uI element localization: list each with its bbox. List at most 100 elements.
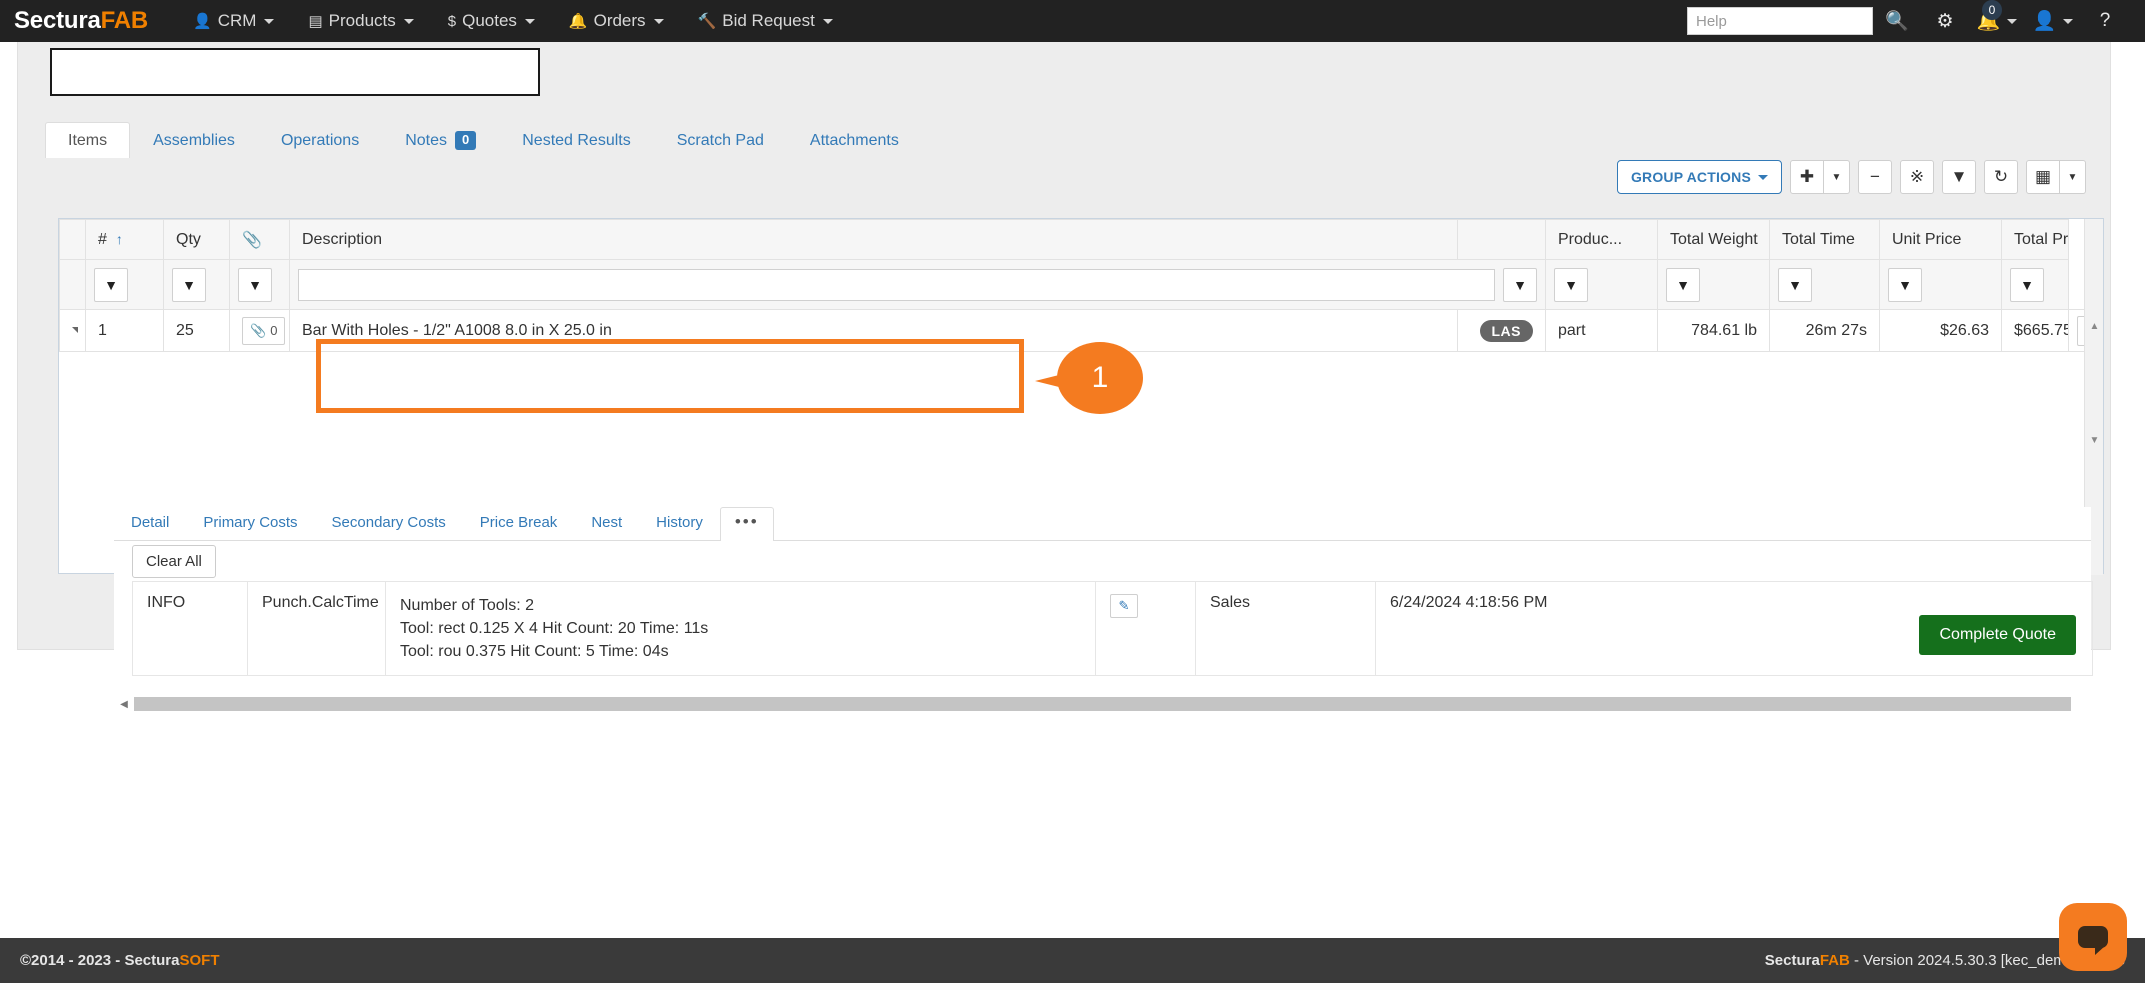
funnel-icon[interactable]: ▼ (1778, 268, 1812, 302)
tab-nest[interactable]: Nest (574, 506, 639, 540)
grid-col-attachment[interactable]: 📎 (230, 220, 290, 260)
filter-spacer (60, 260, 86, 310)
notifications-button[interactable]: 0 🔔 (1969, 0, 2025, 42)
scroll-down-icon[interactable]: ▼ (2085, 431, 2104, 449)
account-menu-button[interactable]: 👤 (2025, 0, 2081, 42)
grid-col-tag (1458, 220, 1546, 260)
row-number: 1 (86, 310, 164, 352)
gear-icon[interactable]: ⚙ (1921, 0, 1969, 42)
quote-header-box (50, 48, 540, 96)
grid-col-qty[interactable]: Qty (164, 220, 230, 260)
chat-bubble-icon[interactable] (2059, 903, 2127, 971)
grid-col-description[interactable]: Description (290, 220, 1458, 260)
tab-operations-label: Operations (281, 132, 359, 150)
clear-all-button[interactable]: Clear All (132, 545, 216, 578)
tab-scratch-pad-label: Scratch Pad (677, 132, 764, 150)
help-search-input[interactable] (1687, 7, 1873, 35)
message-user: Sales (1196, 582, 1376, 676)
group-actions-button[interactable]: GROUP ACTIONS (1617, 160, 1782, 194)
remove-row-button[interactable]: − (1858, 160, 1892, 194)
tab-attachments[interactable]: Attachments (787, 122, 922, 158)
tab-secondary-costs[interactable]: Secondary Costs (315, 506, 463, 540)
message-line-3: Tool: rou 0.375 Hit Count: 5 Time: 04s (400, 640, 1081, 663)
user-icon: 👤 (2033, 9, 2057, 33)
attachment-count: 0 (270, 323, 277, 338)
detail-horizontal-scrollbar[interactable]: ◀ (114, 694, 2091, 714)
attachment-button[interactable]: 📎 0 (242, 317, 285, 345)
search-icon[interactable]: 🔍 (1873, 0, 1921, 42)
row-attachment-cell: 📎 0 (230, 310, 290, 352)
funnel-icon[interactable]: ▼ (238, 268, 272, 302)
funnel-icon[interactable]: ▼ (1942, 160, 1976, 194)
add-row-button[interactable]: ✚ (1790, 160, 1824, 194)
funnel-icon[interactable]: ▼ (1554, 268, 1588, 302)
edit-square-icon[interactable]: ✎ (1110, 594, 1138, 618)
funnel-icon[interactable]: ▼ (1666, 268, 1700, 302)
row-unit-price: $26.63 (1880, 310, 2002, 352)
tab-notes-label: Notes (405, 132, 447, 150)
items-grid: #↑ Qty 📎 Description Produc... Total Wei… (58, 218, 2104, 574)
filter-description: ▼ (290, 260, 1546, 310)
row-expander-cell[interactable] (60, 310, 86, 352)
funnel-icon[interactable]: ▼ (172, 268, 206, 302)
nav-item-bid-request[interactable]: 🔨 Bid Request (681, 0, 850, 42)
grid-col-spacer (60, 220, 86, 260)
chat-glyph (2078, 926, 2108, 948)
tab-items[interactable]: Items (45, 122, 130, 158)
tab-more[interactable]: ••• (720, 507, 774, 541)
grid-col-total-time[interactable]: Total Time (1770, 220, 1880, 260)
nav-item-crm[interactable]: 👤 CRM (176, 0, 291, 42)
funnel-icon[interactable]: ▼ (1503, 268, 1537, 302)
grid-col-product[interactable]: Produc... (1546, 220, 1658, 260)
complete-quote-button[interactable]: Complete Quote (1919, 615, 2076, 655)
group-actions-label: GROUP ACTIONS (1631, 169, 1751, 185)
nav-item-quotes-label: Quotes (462, 11, 517, 31)
tab-primary-costs[interactable]: Primary Costs (186, 506, 314, 540)
dollar-icon: $ (448, 14, 456, 29)
message-edit-cell: ✎ (1096, 582, 1196, 676)
nav-item-quotes[interactable]: $ Quotes (431, 0, 552, 42)
grid-icon[interactable]: ▦ (2026, 160, 2060, 194)
question-mark-icon[interactable]: ? (2081, 0, 2129, 42)
tab-price-break[interactable]: Price Break (463, 506, 575, 540)
nav-item-orders-label: Orders (594, 11, 646, 31)
filter-attachment: ▼ (230, 260, 290, 310)
quote-panel: Items Assemblies Operations Notes 0 Nest… (17, 42, 2111, 650)
nav-item-products[interactable]: ▤ Products (291, 0, 430, 42)
funnel-icon[interactable]: ▼ (2010, 268, 2044, 302)
scroll-up-icon[interactable]: ▲ (2085, 317, 2104, 335)
grid-col-number[interactable]: #↑ (86, 220, 164, 260)
scroll-left-icon[interactable]: ◀ (114, 695, 134, 713)
insert-row-button[interactable]: ※ (1900, 160, 1934, 194)
grid-header-row: #↑ Qty 📎 Description Produc... Total Wei… (60, 220, 2086, 260)
app-logo[interactable]: SecturaFAB (0, 7, 176, 35)
scroll-thumb[interactable] (134, 697, 2071, 711)
tab-assemblies-label: Assemblies (153, 132, 235, 150)
nav-item-crm-label: CRM (218, 11, 257, 31)
tab-notes-badge: 0 (455, 131, 476, 149)
refresh-icon[interactable]: ↻ (1984, 160, 2018, 194)
filter-description-input[interactable] (298, 269, 1495, 301)
chevron-down-icon (1758, 175, 1768, 180)
tab-detail[interactable]: Detail (114, 506, 186, 540)
ellipsis-icon: ••• (735, 512, 759, 531)
tab-scratch-pad[interactable]: Scratch Pad (654, 122, 787, 158)
tab-history[interactable]: History (639, 506, 720, 540)
table-row[interactable]: 1 25 📎 0 Bar With Holes - 1/2" A1008 8.0… (60, 310, 2086, 352)
notification-badge: 0 (1982, 0, 2002, 20)
user-icon: 👤 (193, 14, 212, 29)
grid-col-total-price[interactable]: Total Price (2002, 220, 2069, 260)
columns-dropdown-button[interactable]: ▼ (2060, 160, 2086, 194)
add-row-dropdown-button[interactable]: ▼ (1824, 160, 1850, 194)
paperclip-icon: 📎 (250, 323, 266, 339)
nav-item-orders[interactable]: 🔔 Orders (552, 0, 681, 42)
grid-col-total-weight[interactable]: Total Weight (1658, 220, 1770, 260)
tab-nested-results[interactable]: Nested Results (499, 122, 654, 158)
tab-assemblies[interactable]: Assemblies (130, 122, 258, 158)
tab-notes[interactable]: Notes 0 (382, 122, 499, 158)
funnel-icon[interactable]: ▼ (1888, 268, 1922, 302)
grid-col-unit-price[interactable]: Unit Price (1880, 220, 2002, 260)
funnel-icon[interactable]: ▼ (94, 268, 128, 302)
tab-operations[interactable]: Operations (258, 122, 382, 158)
row-total-time: 26m 27s (1770, 310, 1880, 352)
